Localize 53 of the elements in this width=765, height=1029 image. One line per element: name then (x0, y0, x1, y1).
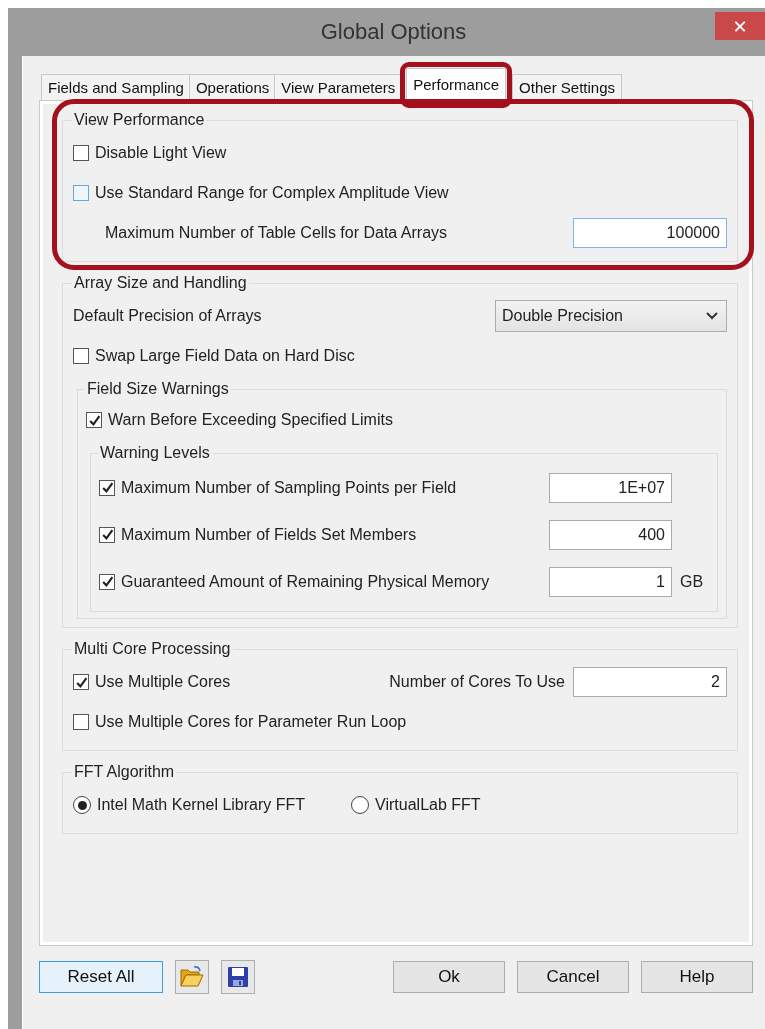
radio-label: Intel Math Kernel Library FFT (97, 796, 306, 814)
tab[interactable]: View Parameters (274, 74, 403, 100)
number-field[interactable]: 2 (573, 667, 727, 697)
checkbox[interactable] (73, 674, 89, 690)
checkbox[interactable] (73, 348, 89, 364)
checkbox[interactable] (86, 412, 102, 428)
number-field[interactable]: 1 (549, 566, 672, 597)
checkbox[interactable] (99, 573, 115, 590)
checkbox-label: Use Standard Range for Complex Amplitude View (95, 184, 449, 202)
group-title: Array Size and Handling (73, 274, 248, 292)
open-button[interactable] (175, 960, 209, 994)
tab[interactable]: Other Settings (512, 74, 622, 100)
precision-dropdown[interactable]: Double Precision (495, 300, 727, 332)
tab[interactable]: Fields and Sampling (41, 74, 191, 100)
checkbox-label: Maximum Number of Sampling Points per Field (121, 478, 457, 497)
checkbox-label: Warn Before Exceeding Specified Limits (108, 411, 393, 429)
radio-label: VirtualLab FFT (375, 796, 481, 814)
field-label: Maximum Number of Table Cells for Data Arrays (104, 224, 448, 242)
group-title: Field Size Warnings (86, 380, 230, 398)
number-field[interactable]: 1E+07 (549, 472, 672, 503)
checkbox-label: Use Multiple Cores (95, 673, 231, 691)
checkbox-label: Use Multiple Cores for Parameter Run Loop (95, 713, 407, 731)
field-label: Number of Cores To Use (389, 673, 565, 691)
checkbox[interactable] (73, 714, 89, 730)
radio-button[interactable] (351, 796, 370, 814)
tab[interactable]: Operations (188, 74, 277, 100)
checkbox-label: Swap Large Field Data on Hard Disc (95, 347, 355, 365)
tab[interactable]: Performance (406, 68, 507, 100)
cancel-button[interactable]: Cancel (517, 961, 629, 993)
reset-all-button[interactable]: Reset All (39, 961, 163, 993)
folder-icon (180, 966, 204, 988)
radio-button[interactable] (73, 796, 91, 814)
window-title: Global Options (320, 19, 467, 45)
help-button[interactable]: Help (641, 961, 753, 993)
group-title: Multi Core Processing (73, 640, 232, 658)
ok-button[interactable]: Ok (393, 961, 505, 993)
checkbox[interactable] (99, 526, 115, 543)
group-title: View Performance (73, 111, 206, 129)
field-label: Default Precision of Arrays (73, 307, 262, 325)
checkbox[interactable] (99, 479, 115, 496)
group-title: FFT Algorithm (73, 763, 176, 781)
checkbox[interactable] (73, 185, 89, 201)
close-button[interactable]: ✕ (715, 12, 765, 40)
checkbox-label: Maximum Number of Fields Set Members (121, 525, 417, 544)
number-field[interactable]: 400 (549, 519, 672, 550)
number-field[interactable]: 100000 (573, 218, 727, 248)
chevron-icon (706, 312, 718, 320)
checkbox-label: Disable Light View (95, 144, 227, 162)
checkbox-label: Guaranteed Amount of Remaining Physical Memory (121, 572, 490, 591)
save-button[interactable] (221, 960, 255, 994)
checkbox[interactable] (73, 145, 89, 161)
unit-label: GB (680, 572, 705, 591)
group-title: Warning Levels (99, 444, 211, 462)
